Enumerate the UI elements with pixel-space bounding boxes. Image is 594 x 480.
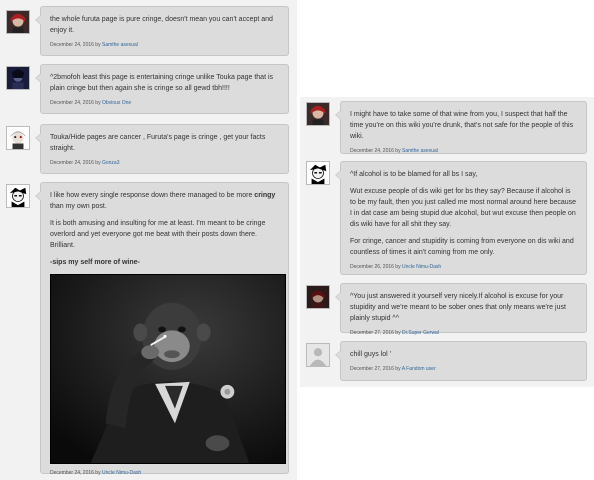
comment-meta: December 24, 2016 by Samthe asexual <box>50 42 279 48</box>
comment-item: ^2bmofoh least this page is entertaining… <box>0 60 297 116</box>
comment-bubble: I like how every single response down th… <box>35 182 289 476</box>
comment-column-left: the whole furuta page is pure cringe, do… <box>0 0 297 480</box>
comment-meta: December 26, 2016 by Uncle Nimu-Dash <box>350 264 577 270</box>
comment-date: December 24, 2016 by <box>50 160 101 166</box>
comment-item: the whole furuta page is pure cringe, do… <box>0 0 297 56</box>
comment-text: the whole furuta page is pure cringe, do… <box>50 16 273 34</box>
comment-item: ^You just answered it yourself very nice… <box>300 283 594 336</box>
comment-date: December 24, 2016 by <box>50 100 101 106</box>
comment-paragraph: I like how every single response down th… <box>50 190 279 212</box>
comment-text: ^2bmofoh least this page is entertaining… <box>50 74 274 92</box>
dark-red-character-avatar[interactable] <box>306 285 330 309</box>
comment-paragraph: Wut excuse people of dis wiki get for bs… <box>350 188 577 228</box>
comment-item: Touka/Hide pages are cancer , Furuta's p… <box>0 120 297 176</box>
comment-bubble: Touka/Hide pages are cancer , Furuta's p… <box>35 124 289 174</box>
comment-username-link[interactable]: Uncle Nimu-Dash <box>402 264 441 270</box>
comment-text: I like how every single response down th… <box>50 190 279 268</box>
comment-text: Touka/Hide pages are cancer , Furuta's p… <box>50 134 266 152</box>
black-white-character-avatar[interactable] <box>306 161 330 185</box>
comment-bubble: chill guys lol ' December 27, 2016 by A … <box>335 341 587 381</box>
comment-text: chill guys lol ' <box>350 351 392 358</box>
comment-date: December 26, 2016 by <box>350 264 401 270</box>
comment-paragraph: -sips my self more of wine- <box>50 259 140 266</box>
comment-meta: December 24, 2016 by Uncle Nimu-Dash <box>50 470 279 476</box>
comment-username-link[interactable]: Dr.Super Gerwal <box>402 330 439 336</box>
comment-item: I like how every single response down th… <box>0 180 297 476</box>
comment-username-link[interactable]: Samthe asexual <box>402 148 438 154</box>
comment-date: December 24, 2016 by <box>50 470 101 476</box>
comment-meta: December 24, 2016 by Gonza3 <box>50 160 279 166</box>
comment-username-link[interactable]: A Fandom user <box>402 366 436 372</box>
black-white-character-avatar[interactable] <box>6 184 30 208</box>
comment-text: I might have to take some of that wine f… <box>350 111 574 140</box>
red-haired-character-avatar[interactable] <box>6 10 30 34</box>
comment-bubble: ^You just answered it yourself very nice… <box>335 283 587 336</box>
comment-item: ^If alcohol is to be blamed for all bs I… <box>300 159 594 277</box>
monkey-smoking-photo[interactable] <box>50 274 286 464</box>
comment-username-link[interactable]: Obvious One <box>102 100 131 106</box>
dark-character-avatar[interactable] <box>6 66 30 90</box>
comment-text: ^You just answered it yourself very nice… <box>350 293 566 322</box>
comment-text-segment: I like how every single response down th… <box>50 192 255 199</box>
comment-meta: December 24, 2016 by Obvious One <box>50 100 279 106</box>
comment-bubble: ^2bmofoh least this page is entertaining… <box>35 64 289 114</box>
comment-text-segment: than my own post. <box>50 203 107 210</box>
comment-bubble: ^If alcohol is to be blamed for all bs I… <box>335 161 587 275</box>
comment-bubble: the whole furuta page is pure cringe, do… <box>35 6 289 56</box>
comment-date: December 27, 2016 by <box>350 366 401 372</box>
comment-column-right: I might have to take some of that wine f… <box>300 97 594 387</box>
comment-username-link[interactable]: Samthe asexual <box>102 42 138 48</box>
comment-paragraph: For cringe, cancer and stupidity is comi… <box>350 238 574 256</box>
comment-paragraph: It is both amusing and insulting for me … <box>50 220 266 249</box>
default-user-silhouette-avatar[interactable] <box>306 343 330 367</box>
comment-username-link[interactable]: Uncle Nimu-Dash <box>102 470 141 476</box>
comment-meta: December 24, 2016 by Samthe asexual <box>350 148 577 154</box>
comment-item: chill guys lol ' December 27, 2016 by A … <box>300 341 594 383</box>
comment-date: December 27, 2016 by <box>350 330 401 336</box>
comment-meta: December 27, 2016 by Dr.Super Gerwal <box>350 330 577 336</box>
comment-paragraph: ^If alcohol is to be blamed for all bs I… <box>350 171 478 178</box>
comment-meta: December 27, 2016 by A Fandom user <box>350 366 577 372</box>
comment-username-link[interactable]: Gonza3 <box>102 160 120 166</box>
comment-bubble: I might have to take some of that wine f… <box>335 101 587 154</box>
white-haired-character-avatar[interactable] <box>6 126 30 150</box>
red-haired-character-avatar[interactable] <box>306 102 330 126</box>
comment-text: ^If alcohol is to be blamed for all bs I… <box>350 169 577 258</box>
comment-item: I might have to take some of that wine f… <box>300 97 594 157</box>
comment-date: December 24, 2016 by <box>50 42 101 48</box>
comment-date: December 24, 2016 by <box>350 148 401 154</box>
comment-text-bold: cringy <box>254 192 276 199</box>
